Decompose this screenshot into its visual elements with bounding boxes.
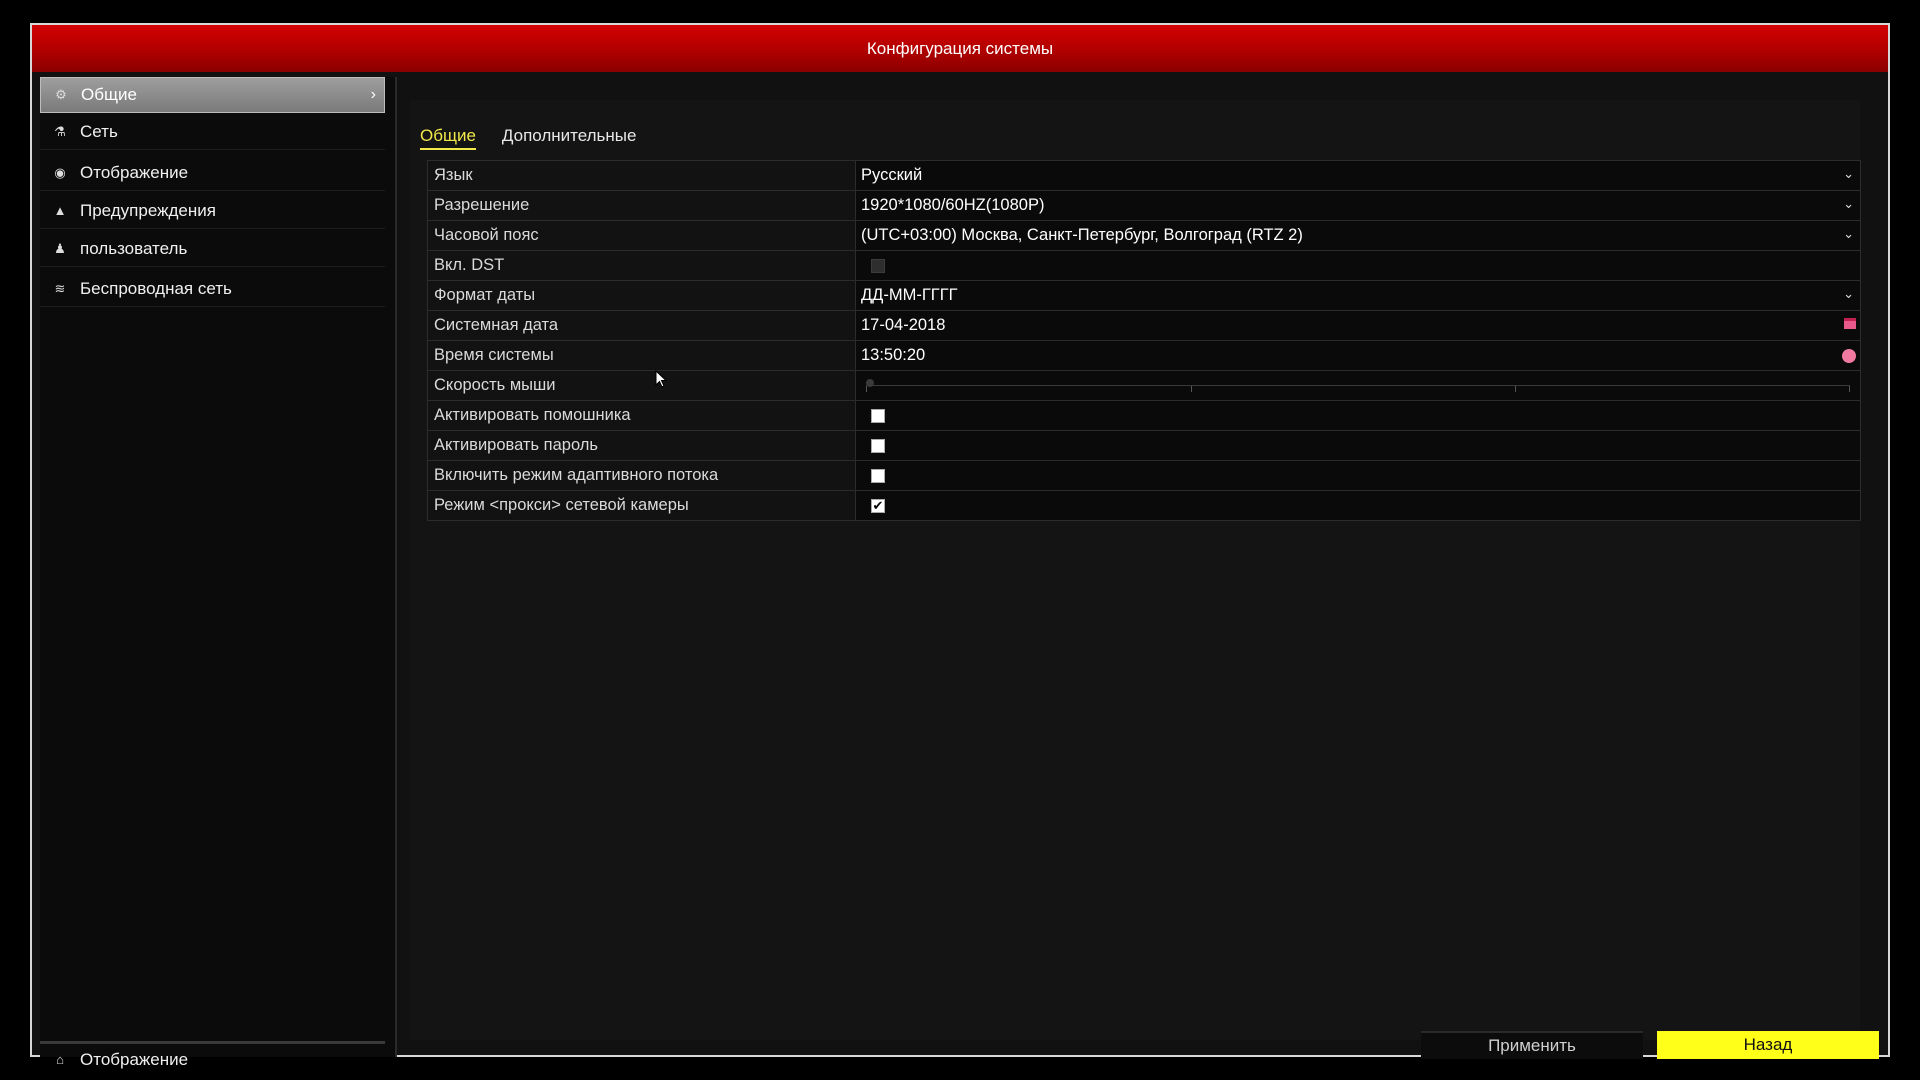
back-button[interactable]: Назад bbox=[1657, 1031, 1879, 1059]
language-value: Русский bbox=[861, 166, 923, 184]
sidebar-item-network[interactable]: ⚗ Сеть bbox=[40, 114, 385, 150]
date-format-value: ДД-ММ-ГГГГ bbox=[861, 286, 958, 304]
setting-row-mouse-speed: Скорость мыши bbox=[428, 371, 1860, 401]
window-title: Конфигурация системы bbox=[32, 25, 1888, 72]
system-date-value: 17-04-2018 bbox=[861, 316, 946, 334]
system-time-label: Время системы bbox=[428, 341, 856, 370]
setting-row-date-format: Формат даты ДД-ММ-ГГГГ ⌄ bbox=[428, 281, 1860, 311]
chevron-down-icon: ⌄ bbox=[1843, 166, 1854, 181]
sidebar-item-wireless[interactable]: ≋ Беспроводная сеть bbox=[40, 271, 385, 307]
sidebar-bottom-label: Отображение bbox=[80, 1049, 189, 1069]
password-label: Активировать пароль bbox=[428, 431, 856, 460]
slider-handle[interactable] bbox=[866, 379, 874, 387]
config-window: Конфигурация системы ⚙ Общие › ⚗ Сеть ◉ … bbox=[30, 23, 1890, 1069]
content-panel: Общие Дополнительные Язык Русский ⌄ Разр… bbox=[410, 100, 1879, 1059]
password-checkbox[interactable] bbox=[871, 438, 885, 453]
tab-general[interactable]: Общие bbox=[420, 126, 476, 150]
dst-label: Вкл. DST bbox=[428, 251, 856, 280]
eye-icon: ◉ bbox=[54, 164, 66, 180]
mouse-cursor-icon bbox=[655, 370, 668, 388]
calendar-icon[interactable] bbox=[1844, 318, 1856, 329]
tab-bar: Общие Дополнительные bbox=[420, 126, 636, 150]
system-time-value: 13:50:20 bbox=[861, 346, 926, 364]
tab-advanced[interactable]: Дополнительные bbox=[502, 126, 637, 150]
sidebar-bottom-display[interactable]: ⌂ Отображение bbox=[40, 1041, 385, 1075]
setting-row-resolution: Разрешение 1920*1080/60HZ(1080P) ⌄ bbox=[428, 191, 1860, 221]
chevron-down-icon: ⌄ bbox=[1843, 226, 1854, 241]
system-time-field[interactable]: 13:50:20 bbox=[856, 341, 1860, 370]
setting-row-password: Активировать пароль bbox=[428, 431, 1860, 461]
wifi-icon: ≋ bbox=[54, 280, 66, 296]
system-date-field[interactable]: 17-04-2018 bbox=[856, 311, 1860, 340]
sidebar: ⚙ Общие › ⚗ Сеть ◉ Отображение ▲ Предупр… bbox=[40, 77, 397, 1069]
sidebar-item-label: Беспроводная сеть bbox=[80, 278, 232, 298]
setting-row-wizard: Активировать помошника bbox=[428, 401, 1860, 431]
date-format-select[interactable]: ДД-ММ-ГГГГ ⌄ bbox=[856, 281, 1860, 310]
resolution-label: Разрешение bbox=[428, 191, 856, 220]
mouse-speed-label: Скорость мыши bbox=[428, 371, 856, 400]
dst-checkbox bbox=[871, 258, 885, 273]
gear-icon: ⚙ bbox=[55, 87, 67, 102]
setting-row-language: Язык Русский ⌄ bbox=[428, 161, 1860, 191]
sidebar-item-general[interactable]: ⚙ Общие › bbox=[40, 77, 385, 113]
mouse-speed-slider[interactable] bbox=[866, 379, 1850, 392]
warning-icon: ▲ bbox=[53, 203, 67, 218]
users-icon: ♟ bbox=[54, 240, 66, 256]
chevron-right-icon: › bbox=[370, 86, 376, 103]
sidebar-item-warnings[interactable]: ▲ Предупреждения bbox=[40, 193, 385, 229]
proxy-mode-label: Режим <прокси> сетевой камеры bbox=[428, 491, 856, 520]
proxy-mode-checkbox[interactable]: ✔ bbox=[871, 498, 885, 513]
setting-row-timezone: Часовой пояс (UTC+03:00) Москва, Санкт-П… bbox=[428, 221, 1860, 251]
sidebar-item-label: Сеть bbox=[80, 121, 118, 141]
timezone-value: (UTC+03:00) Москва, Санкт-Петербург, Вол… bbox=[861, 226, 1303, 244]
resolution-select[interactable]: 1920*1080/60HZ(1080P) ⌄ bbox=[856, 191, 1860, 220]
network-icon: ⚗ bbox=[54, 123, 66, 139]
chevron-down-icon: ⌄ bbox=[1843, 286, 1854, 301]
chevron-down-icon: ⌄ bbox=[1843, 196, 1854, 211]
system-date-label: Системная дата bbox=[428, 311, 856, 340]
sidebar-item-user[interactable]: ♟ пользователь bbox=[40, 231, 385, 267]
date-format-label: Формат даты bbox=[428, 281, 856, 310]
setting-row-dst: Вкл. DST bbox=[428, 251, 1860, 281]
setting-row-system-date: Системная дата 17-04-2018 bbox=[428, 311, 1860, 341]
setting-row-adaptive-stream: Включить режим адаптивного потока bbox=[428, 461, 1860, 491]
language-label: Язык bbox=[428, 161, 856, 190]
sidebar-item-label: пользователь bbox=[80, 238, 188, 258]
wizard-checkbox[interactable] bbox=[871, 408, 885, 423]
wizard-label: Активировать помошника bbox=[428, 401, 856, 430]
timezone-select[interactable]: (UTC+03:00) Москва, Санкт-Петербург, Вол… bbox=[856, 221, 1860, 250]
sidebar-item-label: Общие bbox=[81, 85, 137, 104]
settings-grid: Язык Русский ⌄ Разрешение 1920*1080/60HZ… bbox=[427, 160, 1861, 521]
setting-row-proxy-mode: Режим <прокси> сетевой камеры ✔ bbox=[428, 491, 1860, 521]
sidebar-item-display[interactable]: ◉ Отображение bbox=[40, 155, 385, 191]
language-select[interactable]: Русский ⌄ bbox=[856, 161, 1860, 190]
home-icon: ⌂ bbox=[56, 1052, 64, 1067]
setting-row-system-time: Время системы 13:50:20 bbox=[428, 341, 1860, 371]
resolution-value: 1920*1080/60HZ(1080P) bbox=[861, 196, 1045, 214]
clock-icon[interactable] bbox=[1842, 349, 1856, 363]
sidebar-item-label: Предупреждения bbox=[80, 200, 216, 220]
timezone-label: Часовой пояс bbox=[428, 221, 856, 250]
adaptive-stream-label: Включить режим адаптивного потока bbox=[428, 461, 856, 490]
sidebar-item-label: Отображение bbox=[80, 162, 189, 182]
adaptive-stream-checkbox[interactable] bbox=[871, 468, 885, 483]
apply-button[interactable]: Применить bbox=[1421, 1031, 1643, 1059]
